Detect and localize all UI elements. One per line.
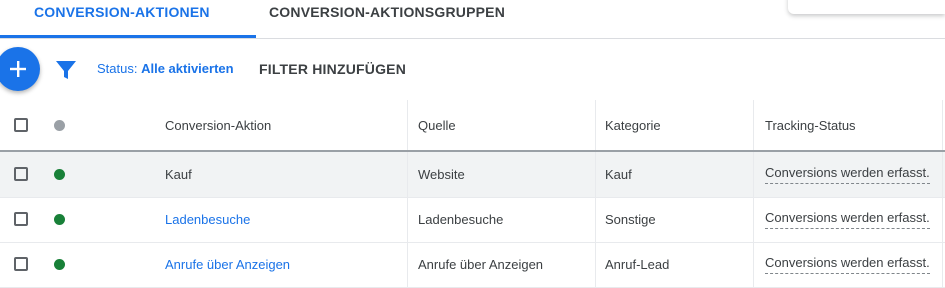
status-filter-value: Alle aktivierten [141,61,234,76]
tracking-status-cell: Conversions werden erfasst. [765,242,930,287]
column-divider [942,152,943,197]
row-checkbox[interactable] [14,212,28,226]
column-header-conversion-action[interactable]: Conversion-Aktion [165,100,271,150]
filter-icon[interactable] [55,60,77,85]
column-header-tracking-status[interactable]: Tracking-Status [765,100,856,150]
source-cell: Website [418,167,465,182]
column-divider [753,100,754,150]
highlight-marker: Kauf [165,167,192,182]
tracking-status-cell: Conversions werden erfasst. [765,152,930,197]
column-divider [595,152,596,197]
column-divider [407,100,408,150]
tracking-status-cell: Conversions werden erfasst. [765,197,930,242]
status-header-icon [54,120,65,131]
add-filter-button[interactable]: FILTER HINZUFÜGEN [259,61,406,77]
tab-conversion-actions[interactable]: CONVERSION-AKTIONEN [34,0,210,36]
row-checkbox[interactable] [14,257,28,271]
enabled-status-icon [54,169,65,180]
category-cell: Kauf [605,167,632,182]
column-divider [753,197,754,242]
tracking-status-text[interactable]: Conversions werden erfasst. [765,255,930,274]
status-filter-chip[interactable]: Status: Alle aktivierten [97,61,234,76]
conversion-action-link[interactable]: Anrufe über Anzeigen [165,257,290,272]
column-divider [942,242,943,287]
plus-icon [10,61,26,77]
conversion-action-name: Anrufe über Anzeigen [165,242,290,287]
column-divider [595,242,596,287]
column-divider [407,197,408,242]
row-checkbox[interactable] [14,167,28,181]
column-divider [942,100,943,150]
active-tab-indicator [0,35,256,38]
conversion-action-link[interactable]: Ladenbesuche [165,212,250,227]
column-divider [942,197,943,242]
category-cell: Sonstige [605,212,656,227]
tracking-status-text[interactable]: Conversions werden erfasst. [765,165,930,184]
table-row[interactable]: Ladenbesuche Ladenbesuche Sonstige Conve… [0,197,945,243]
column-header-category[interactable]: Kategorie [605,100,661,150]
column-divider [753,242,754,287]
status-filter-label: Status: [97,61,138,76]
tracking-status-text[interactable]: Conversions werden erfasst. [765,210,930,229]
category-cell: Anruf-Lead [605,257,670,272]
table-row[interactable]: Kauf Website Kauf Conversions werden erf… [0,152,945,198]
select-all-checkbox[interactable] [14,118,28,132]
enabled-status-icon [54,259,65,270]
table-row[interactable]: Anrufe über Anzeigen Anrufe über Anzeige… [0,242,945,288]
source-cell: Anrufe über Anzeigen [418,257,544,272]
column-divider [407,242,408,287]
conversion-action-name[interactable]: Kauf [165,152,192,197]
enabled-status-icon [54,214,65,225]
column-divider [595,197,596,242]
overlay-card-edge [788,0,945,14]
add-conversion-button[interactable] [0,47,40,91]
column-divider [753,152,754,197]
tab-conversion-action-groups[interactable]: CONVERSION-AKTIONSGRUPPEN [269,0,505,36]
conversion-action-name: Ladenbesuche [165,197,250,242]
column-header-source[interactable]: Quelle [418,100,456,150]
source-cell: Ladenbesuche [418,212,504,227]
column-divider [407,152,408,197]
conversion-action-link[interactable]: Kauf [165,167,192,182]
table-header-row: Conversion-Aktion Quelle Kategorie Track… [0,100,945,152]
column-divider [595,100,596,150]
